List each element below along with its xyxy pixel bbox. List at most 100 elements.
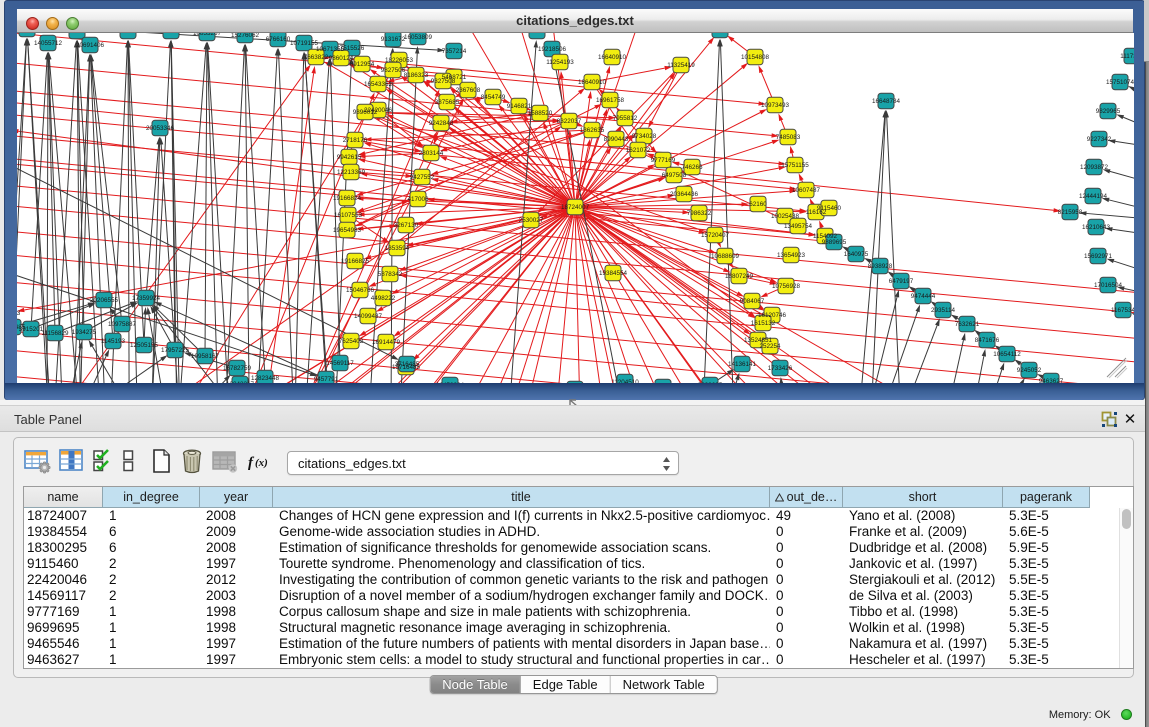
tab-network-table[interactable]: Network Table [611,676,717,693]
svg-text:15276062: 15276062 [231,33,260,39]
svg-text:18807249: 18807249 [725,273,754,280]
table-row[interactable]: 946362711997Embryonic stem cells: a mode… [24,652,1120,668]
svg-text:2718176: 2718176 [343,137,368,144]
table-panel-inner: f(x) citations_edges.txt namein_degreeye… [13,437,1134,678]
tab-edge-table[interactable]: Edge Table [521,676,611,693]
svg-text:62160: 62160 [749,201,767,208]
cell: Hescheler et al. (1997) [843,652,1003,668]
svg-text:21691406: 21691406 [114,33,143,35]
table-scrollbar-thumb[interactable] [1122,509,1131,529]
svg-text:12444194: 12444194 [1079,193,1108,200]
select-all-icon[interactable] [92,448,114,479]
table-row[interactable]: 1830029562008Estimation of significance … [24,540,1120,556]
table-row[interactable]: 1938455462009Genome-wide association stu… [24,524,1120,540]
svg-text:20206555: 20206555 [90,297,119,304]
table-row[interactable]: 1872400712008Changes of HCN gene express… [24,508,1120,524]
cell: 22420046 [24,572,103,588]
table-row[interactable]: 1456911722003Disruption of a novel membe… [24,588,1120,604]
svg-text:16961758: 16961758 [596,97,625,104]
svg-text:9084067: 9084067 [740,298,765,305]
cell: 0 [770,604,843,620]
network-window-titlebar[interactable]: citations_edges.txt [17,9,1133,33]
table-select-combo[interactable]: citations_edges.txt [287,451,679,475]
svg-text:16453024: 16453024 [436,382,465,383]
cell: Structural magnetic resonance image aver… [273,620,770,636]
function-builder-icon[interactable]: f(x) [246,448,273,479]
svg-text:15046766: 15046766 [346,287,375,294]
delete-table-disabled-icon[interactable] [212,448,238,479]
network-window-title: citations_edges.txt [17,13,1133,28]
svg-text:10654112: 10654112 [993,351,1021,358]
table-row[interactable]: 969969511998Structural magnetic resonanc… [24,620,1120,636]
svg-text:14569117: 14569117 [326,360,354,367]
svg-text:16648784: 16648784 [872,98,901,105]
svg-text:11254193: 11254193 [546,59,574,66]
svg-text:19218506: 19218506 [538,46,567,53]
column-header-title[interactable]: title [273,487,770,508]
svg-text:1117342: 1117342 [1120,53,1134,60]
cell: 2008 [200,508,273,524]
close-panel-icon[interactable]: ✕ [1122,411,1138,428]
memory-status-icon[interactable] [1121,709,1132,720]
svg-text:20053346: 20053346 [146,125,175,132]
network-canvas[interactable]: 1216439814055712176849812069140621691406… [17,33,1134,383]
cell: 9699695 [24,620,103,636]
column-header-out_de[interactable]: out_de… [770,487,843,508]
delete-column-icon[interactable] [180,448,204,479]
svg-text:3716485: 3716485 [395,361,420,368]
table-scrollbar[interactable] [1119,508,1133,668]
cell: Changes of HCN gene expression and I(f) … [273,508,770,524]
column-header-year[interactable]: year [200,487,273,508]
svg-text:15692971: 15692971 [1084,253,1113,260]
cell: 0 [770,572,843,588]
cell: Stergiakouli et al. (2012) [843,572,1003,588]
svg-text:18226053: 18226053 [385,57,414,64]
cell: Nakamura et al. (1997) [843,636,1003,652]
cell: Jankovic et al. (1997) [843,556,1003,572]
svg-text:417006: 417006 [407,196,429,203]
column-header-in_degree[interactable]: in_degree [103,487,200,508]
cell: Estimation of the future numbers of pati… [273,636,770,652]
column-header-name[interactable]: name [24,487,103,508]
svg-text:9146821: 9146821 [507,103,532,110]
table-row[interactable]: 977716911998Corpus callosum shape and si… [24,604,1120,620]
cell: 0 [770,636,843,652]
table-panel-title: Table Panel [14,412,82,427]
cell: Franke et al. (2009) [843,524,1003,540]
column-header-pagerank[interactable]: pagerank [1003,487,1090,508]
cell: Estimation of significance thresholds fo… [273,540,770,556]
svg-text:9131672: 9131672 [381,36,406,43]
column-header-short[interactable]: short [843,487,1003,508]
svg-text:16640910: 16640910 [598,54,627,61]
cell: de Silva et al. (2003) [843,588,1003,604]
cell: Embryonic stem cells: a model to study s… [273,652,770,668]
svg-text:16120746: 16120746 [758,312,787,319]
svg-text:9463627: 9463627 [1039,378,1064,383]
svg-text:10975887: 10975887 [108,321,137,328]
svg-text:10973493: 10973493 [761,102,790,109]
svg-text:8215958: 8215958 [1058,209,1083,216]
svg-text:10154808: 10154808 [741,54,770,61]
float-window-icon[interactable] [1101,411,1118,428]
table-panel-body: f(x) citations_edges.txt namein_degreeye… [0,432,1145,727]
table-row[interactable]: 946554611997Estimation of the future num… [24,636,1120,652]
cell: 0 [770,524,843,540]
cell: 1 [103,652,200,668]
cell: 0 [770,588,843,604]
cell: 5.3E-5 [1003,604,1090,620]
deselect-all-icon[interactable] [122,448,135,479]
network-graph: 1216439814055712176849812069140621691406… [17,33,1134,383]
svg-text:2935114: 2935114 [931,307,956,314]
table-row[interactable]: 911546021997Tourette syndrome. Phenomeno… [24,556,1120,572]
tab-node-table[interactable]: Node Table [430,676,521,693]
cell: Investigating the contribution of common… [273,572,770,588]
cell: Wolkin et al. (1998) [843,620,1003,636]
cell: 5.3E-5 [1003,556,1090,572]
svg-text:5878342: 5878342 [378,271,403,278]
svg-text:12505195: 12505195 [130,342,159,349]
select-columns-icon[interactable] [59,448,84,479]
svg-text:17016504: 17016504 [1094,282,1123,289]
table-settings-icon[interactable] [24,448,51,479]
create-column-icon[interactable] [143,448,172,479]
table-row[interactable]: 2242004622012Investigating the contribut… [24,572,1120,588]
